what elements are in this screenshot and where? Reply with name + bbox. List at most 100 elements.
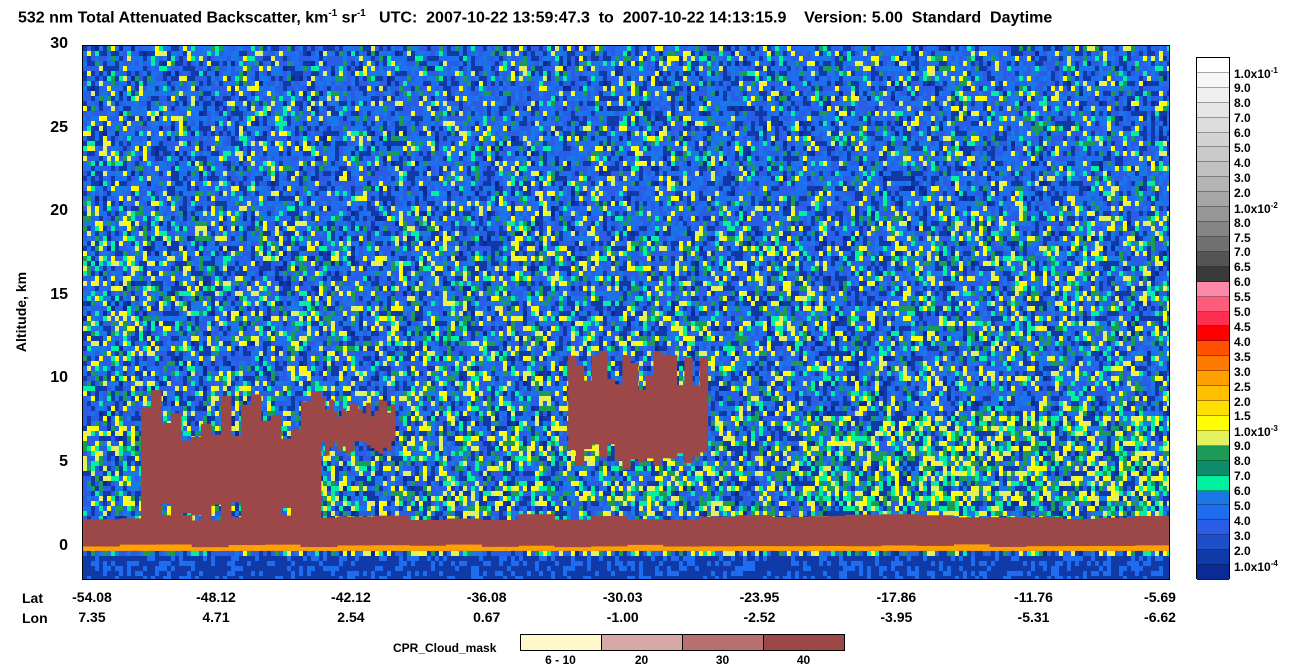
backscatter-cell [723,61,727,66]
backscatter-cell [643,111,647,116]
backscatter-cell [507,61,511,66]
backscatter-cell [1123,131,1127,136]
backscatter-cell [171,86,175,91]
backscatter-cell [1059,51,1063,56]
backscatter-cell [923,126,927,131]
backscatter-cell [787,101,791,106]
backscatter-cell [263,111,267,116]
backscatter-cell [679,76,683,81]
backscatter-cell [611,86,615,91]
backscatter-cell [723,121,727,126]
backscatter-cell [779,96,783,101]
backscatter-cell [831,101,835,106]
backscatter-cell [1123,111,1127,116]
backscatter-cell [151,101,155,106]
backscatter-cell [639,106,643,111]
backscatter-cell [739,126,743,131]
backscatter-cell [927,126,931,131]
backscatter-cell [303,101,307,106]
backscatter-cell [703,131,707,136]
backscatter-cell [615,56,619,61]
backscatter-cell [455,116,459,121]
backscatter-cell [939,71,943,76]
backscatter-cell [359,66,363,71]
backscatter-cell [1067,96,1071,101]
backscatter-cell [183,81,187,86]
backscatter-cell [327,66,331,71]
backscatter-cell [611,121,615,126]
backscatter-cell [427,131,431,136]
backscatter-cell [823,111,827,116]
backscatter-cell [83,86,87,91]
backscatter-cell [291,131,295,136]
backscatter-cell [267,131,271,136]
backscatter-cell [659,101,663,106]
backscatter-cell [119,81,123,86]
backscatter-cell [631,71,635,76]
backscatter-cell [527,91,531,96]
backscatter-cell [383,101,387,106]
backscatter-cell [611,106,615,111]
backscatter-cell [1007,121,1011,126]
backscatter-cell [547,116,551,121]
backscatter-cell [1147,66,1151,71]
backscatter-cell [939,56,943,61]
backscatter-cell [983,131,987,136]
backscatter-cell [111,91,115,96]
backscatter-cell [483,56,487,61]
backscatter-cell [723,131,727,136]
backscatter-cell [523,91,527,96]
backscatter-cell [571,126,575,131]
backscatter-cell [83,76,87,81]
backscatter-cell [695,121,699,126]
backscatter-cell [527,46,531,51]
backscatter-cell [979,46,983,51]
backscatter-cell [1011,106,1015,111]
backscatter-cell [1139,61,1143,66]
backscatter-cell [671,121,675,126]
backscatter-cell [867,101,871,106]
backscatter-cell [87,86,91,91]
backscatter-cell [811,51,815,56]
backscatter-cell [387,96,391,101]
backscatter-cell [255,106,259,111]
backscatter-cell [1059,56,1063,61]
backscatter-cell [351,126,355,131]
backscatter-cell [583,116,587,121]
backscatter-cell [807,71,811,76]
backscatter-cell [1099,101,1103,106]
backscatter-cell [315,76,319,81]
backscatter-cell [375,136,379,141]
backscatter-cell [1003,56,1007,61]
backscatter-cell [491,101,495,106]
backscatter-cell [207,51,211,56]
backscatter-cell [339,51,343,56]
backscatter-cell [239,66,243,71]
backscatter-cell [283,126,287,131]
backscatter-cell [831,86,835,91]
backscatter-cell [683,121,687,126]
backscatter-cell [667,81,671,86]
backscatter-cell [171,126,175,131]
backscatter-cell [1019,101,1023,106]
backscatter-cell [1139,86,1143,91]
backscatter-cell [823,96,827,101]
backscatter-cell [403,71,407,76]
backscatter-cell [475,131,479,136]
backscatter-cell [555,51,559,56]
backscatter-cell [399,71,403,76]
backscatter-cell [143,126,147,131]
backscatter-cell [187,121,191,126]
backscatter-cell [851,76,855,81]
backscatter-cell [143,111,147,116]
backscatter-cell [759,121,763,126]
backscatter-cell [243,91,247,96]
backscatter-cell [335,51,339,56]
backscatter-cell [671,116,675,121]
backscatter-cell [167,116,171,121]
backscatter-cell [767,46,771,51]
backscatter-cell [683,91,687,96]
backscatter-cell [571,51,575,56]
backscatter-cell [247,106,251,111]
backscatter-cell [263,101,267,106]
